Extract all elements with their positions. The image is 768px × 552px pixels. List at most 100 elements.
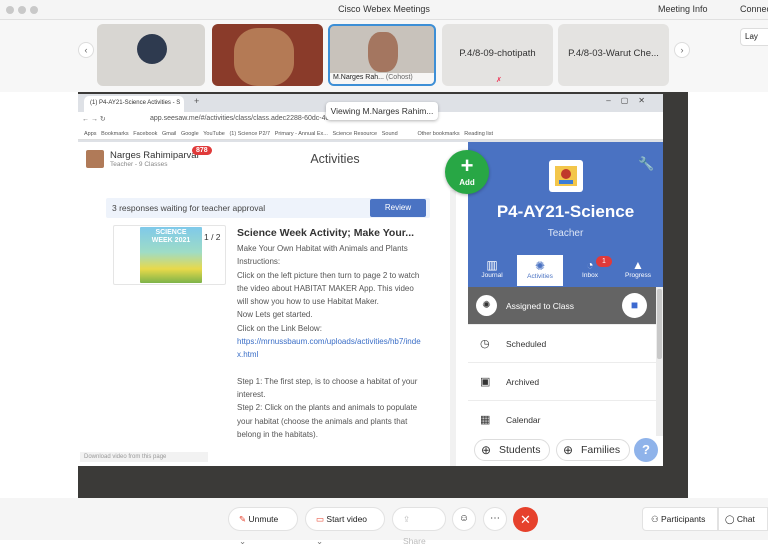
wrench-icon[interactable]: 🔧 [638, 156, 654, 172]
page-indicator: 1 / 2 [204, 232, 221, 242]
bookmark-item[interactable]: Science Resource [332, 131, 377, 137]
participant-name-bar: M.Narges Rah... (Cohost) [330, 73, 434, 84]
nav-arrows-icon[interactable]: ← → ↻ [82, 115, 106, 123]
bookmark-item[interactable]: Other bookmarks [418, 131, 460, 137]
plus-circle-icon: ⊕ [563, 443, 574, 457]
desc-line: Now Lets get started. [237, 310, 313, 320]
participant-name: M.Narges Rah... [333, 74, 384, 81]
inbox-badge: 1 [596, 256, 612, 267]
help-button[interactable]: ? [634, 438, 658, 462]
strip-prev-icon[interactable]: ‹ [78, 42, 94, 58]
class-icon[interactable] [549, 160, 583, 192]
muted-mic-icon: ✗ [496, 77, 502, 84]
button-label: Start video [326, 514, 368, 524]
book-icon: ▥ [486, 258, 498, 272]
families-button[interactable]: ⊕ Families [556, 439, 630, 461]
meeting-info-button[interactable]: Meeting Info [658, 4, 708, 14]
poster-title: SCIENCE WEEK 2021 [151, 229, 191, 244]
participant-tile[interactable]: P.4/8-03-Warut Che... [558, 24, 669, 86]
desc-line: Step 1: The first step, is to choose a h… [237, 376, 418, 399]
user-name[interactable]: Narges Rahimiparvar [110, 150, 200, 161]
participants-button[interactable]: ⚇ Participants [642, 507, 718, 531]
students-button[interactable]: ⊕ Students [474, 439, 550, 461]
participant-name: P.4/8-03-Warut Che... [568, 48, 659, 59]
bookmark-item[interactable]: Reading list [464, 131, 493, 137]
bookmark-item[interactable]: Sound [382, 131, 398, 137]
bookmark-item[interactable]: Bookmarks [101, 131, 129, 137]
desc-line: Step 2: Click on the plants and animals … [237, 403, 418, 439]
scrollbar-thumb[interactable] [657, 289, 662, 359]
plus-circle-icon: ⊕ [481, 443, 492, 457]
user-role: Teacher - 9 Classes [110, 161, 168, 168]
bookmark-item[interactable]: YouTube [203, 131, 225, 137]
bookmark-item[interactable]: Facebook [133, 131, 157, 137]
graduation-cap-icon: ▲ [632, 258, 644, 272]
participant-tile[interactable]: P.4/8-09-chotipath ✗ [442, 24, 553, 86]
button-label: Participants [661, 514, 706, 524]
bookmark-item[interactable]: (1) Science P2/7 [229, 131, 270, 137]
avatar [137, 34, 167, 64]
layout-button[interactable]: Lay [740, 28, 768, 46]
button-label: Unmute [248, 514, 279, 524]
window-controls-icon[interactable]: –▢✕ [606, 96, 655, 105]
tab-label: Journal [481, 272, 503, 279]
folder-icon[interactable]: ■ [622, 293, 647, 318]
reactions-icon[interactable]: ☺ [452, 507, 476, 531]
download-video-bar[interactable]: Download video from this page [80, 452, 208, 462]
participant-face [368, 32, 398, 72]
new-tab-icon[interactable]: + [194, 96, 199, 106]
scrollbar[interactable] [450, 190, 456, 466]
notification-badge[interactable]: 878 [192, 146, 212, 155]
activity-link[interactable]: https://mrnussbaum.com/uploads/activitie… [237, 335, 422, 362]
participant-strip: ‹ M.Narges Rah... (Cohost) P.4/8-09-chot… [0, 20, 768, 92]
activity-description: Make Your Own Habitat with Animals and P… [237, 242, 422, 441]
avatar[interactable] [86, 150, 104, 168]
leave-meeting-icon[interactable]: ✕ [513, 507, 538, 532]
more-options-icon[interactable]: ⋯ [483, 507, 507, 531]
desc-line: Make Your Own Habitat with Animals and P… [237, 244, 408, 253]
plus-icon: + [460, 153, 474, 178]
add-label: Add [459, 178, 475, 187]
connect-button[interactable]: Connec [740, 4, 768, 14]
strip-next-icon[interactable]: › [674, 42, 690, 58]
class-subtitle: Teacher [547, 228, 584, 239]
participant-tile[interactable] [97, 24, 205, 86]
participant-video-tile-active[interactable]: M.Narges Rah... (Cohost) [328, 24, 436, 86]
add-button[interactable]: + Add [445, 150, 489, 194]
approval-text: 3 responses waiting for teacher approval [112, 203, 266, 213]
row-label: Archived [506, 377, 540, 387]
viewing-banner: Viewing M.Narges Rahim... [326, 102, 438, 120]
tab-activities[interactable]: ✺ Activities [516, 254, 564, 287]
chat-button[interactable]: ◯ Chat [718, 507, 768, 531]
bookmark-item[interactable]: Primary - Annual Ex... [275, 131, 328, 137]
share-button[interactable]: ⇪ Share [392, 507, 446, 546]
archived-row[interactable]: ▣ Archived [468, 363, 656, 401]
share-icon: ⇪ [403, 514, 411, 524]
activity-title[interactable]: Science Week Activity; Make Your... [237, 227, 414, 239]
calendar-row[interactable]: ▦ Calendar [468, 401, 656, 439]
unmute-button[interactable]: ✎ Unmute ⌄ [228, 507, 298, 546]
start-video-button[interactable]: ▭ Start video ⌄ [305, 507, 385, 546]
video-off-icon: ▭ [316, 514, 325, 524]
person-icon: ⚇ [651, 514, 659, 524]
calendar-icon: ▦ [480, 414, 491, 426]
review-button[interactable]: Review [370, 199, 426, 217]
participant-video-tile[interactable] [212, 24, 323, 86]
desc-line: Click on the Link Below: [237, 323, 322, 333]
row-label: Calendar [506, 415, 541, 425]
bookmarks-bar: Apps Bookmarks Facebook Gmail Google You… [78, 128, 663, 140]
participant-name: P.4/8-09-chotipath [459, 48, 536, 59]
tab-progress[interactable]: ▲ Progress [614, 254, 662, 287]
scheduled-row[interactable]: ◷ Scheduled [468, 325, 656, 363]
browser-tab[interactable]: (1) P4-AY21-Science Activities - S [84, 96, 184, 112]
lightbulb-icon: ✺ [476, 295, 497, 316]
participant-face [234, 28, 294, 86]
bookmark-item[interactable]: Google [181, 131, 199, 137]
bookmark-item[interactable]: Gmail [162, 131, 176, 137]
tab-label: Inbox [582, 272, 598, 279]
archive-icon: ▣ [480, 376, 491, 388]
chevron-down-icon: ⌄ [239, 536, 247, 546]
tab-journal[interactable]: ▥ Journal [468, 254, 516, 287]
bookmark-item[interactable]: Apps [84, 131, 97, 137]
row-label: Scheduled [506, 339, 547, 349]
